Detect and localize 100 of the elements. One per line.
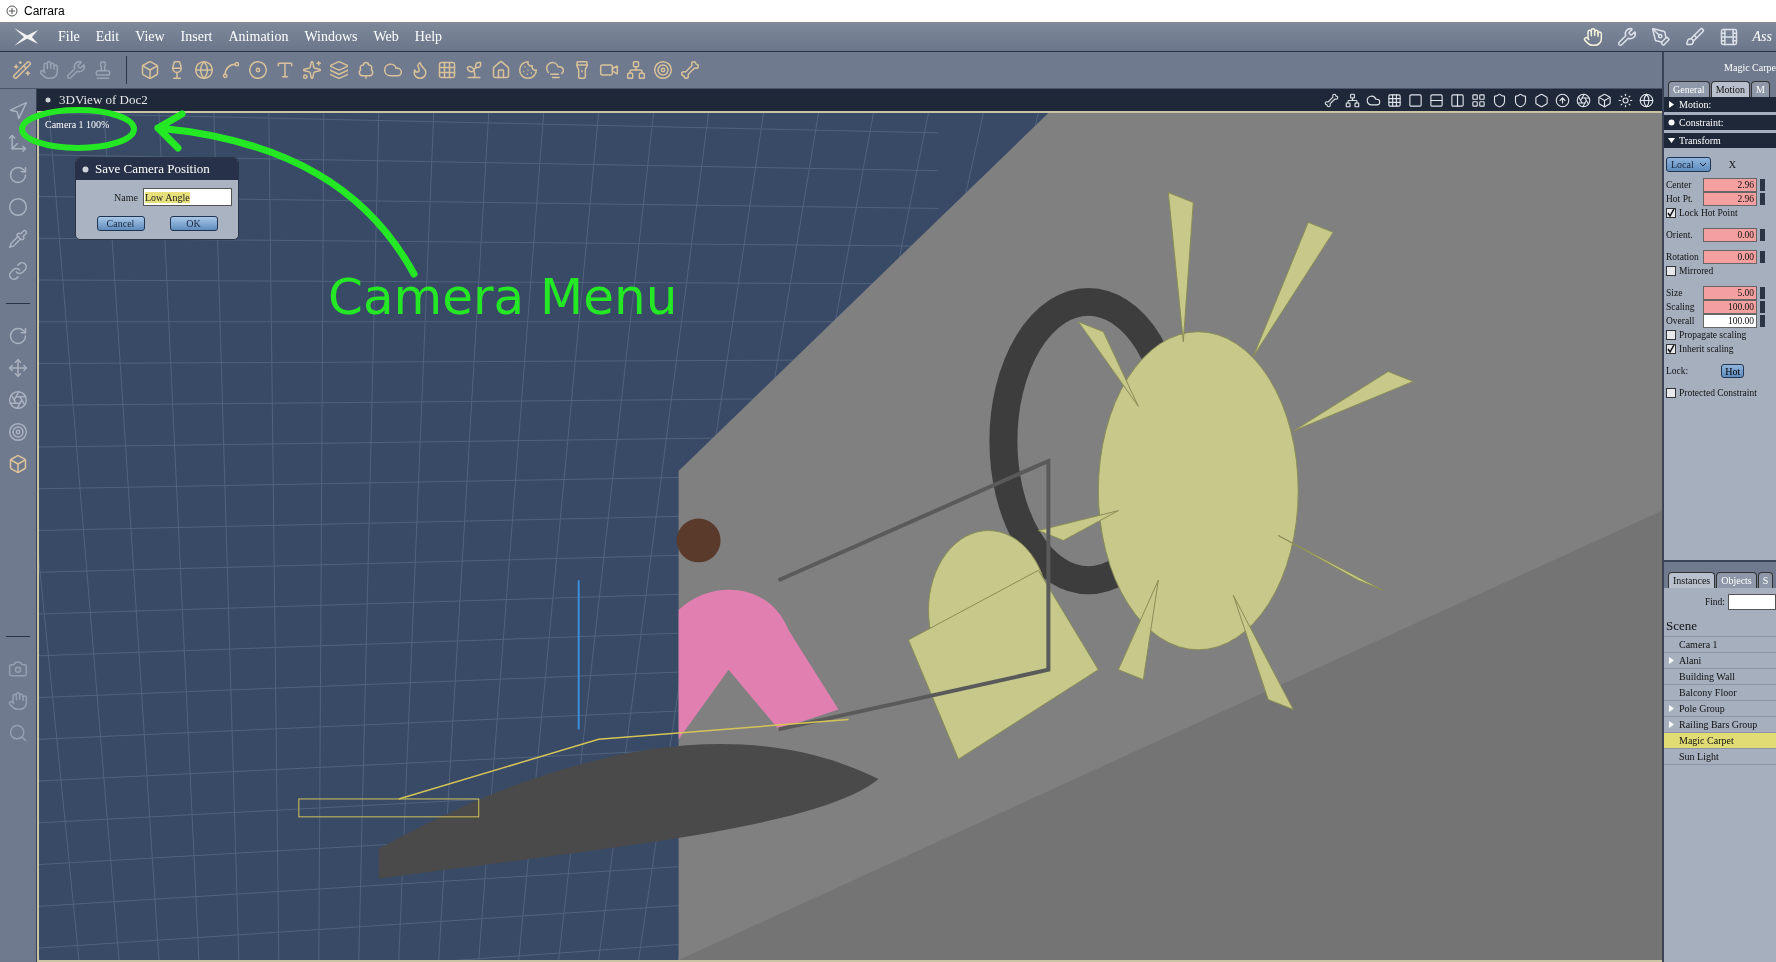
tree-icon[interactable] xyxy=(356,60,376,80)
rows-icon[interactable] xyxy=(1429,92,1444,108)
brush-icon[interactable] xyxy=(1684,27,1705,47)
panel-tab[interactable]: Instances xyxy=(1668,572,1716,588)
name-field[interactable]: Low Angle xyxy=(143,188,232,206)
checkbox[interactable] xyxy=(1666,208,1676,218)
checkbox-label: Mirrored xyxy=(1679,266,1714,276)
lock-label: Lock: xyxy=(1666,366,1689,376)
app-icon xyxy=(6,5,18,17)
plant-icon[interactable] xyxy=(464,60,484,80)
pen-icon[interactable] xyxy=(1650,27,1671,47)
hand-icon[interactable] xyxy=(1582,27,1603,47)
rotate-icon[interactable] xyxy=(8,326,28,346)
text-icon[interactable] xyxy=(275,60,295,80)
curve-icon[interactable] xyxy=(221,60,241,80)
field-label: Overall xyxy=(1666,316,1696,326)
pointer-icon[interactable] xyxy=(8,101,28,121)
checkbox-label: Lock Hot Point xyxy=(1679,208,1738,218)
column-header: X xyxy=(1728,159,1736,170)
number-field[interactable]: 0.00 xyxy=(1703,250,1757,264)
lock-button[interactable]: Hot xyxy=(1721,364,1745,378)
network-icon[interactable] xyxy=(1345,92,1360,108)
menu-item[interactable]: File xyxy=(50,29,88,45)
field-label: Rotation xyxy=(1666,252,1700,262)
cookie-icon[interactable] xyxy=(518,60,538,80)
fog-icon[interactable] xyxy=(545,60,565,80)
tree-item[interactable]: Magic Carpet xyxy=(1664,733,1776,749)
checkbox-label: Protected Constraint xyxy=(1679,388,1757,398)
shield-icon[interactable] xyxy=(1492,92,1507,108)
disc-icon[interactable] xyxy=(248,60,268,80)
number-field[interactable]: 0.00 xyxy=(1703,228,1757,242)
number-field[interactable]: 100.00 xyxy=(1703,314,1757,328)
pipette-icon[interactable] xyxy=(8,229,28,249)
find-field[interactable] xyxy=(1728,594,1776,610)
bone-icon[interactable] xyxy=(1324,92,1339,108)
link-icon[interactable] xyxy=(8,261,28,281)
dialog-button[interactable]: Cancel xyxy=(96,216,145,231)
menu-item[interactable]: Insert xyxy=(172,29,221,45)
number-field[interactable]: 2.96 xyxy=(1703,178,1757,192)
dialog-title: Save Camera Position xyxy=(95,161,210,177)
dialog-button[interactable]: OK xyxy=(169,216,218,231)
layout-grid-icon[interactable] xyxy=(1471,92,1486,108)
section-header[interactable]: Motion: xyxy=(1664,97,1776,112)
columns-icon[interactable] xyxy=(1450,92,1465,108)
move-icon[interactable] xyxy=(8,358,28,378)
collapsed-arrow-icon[interactable] xyxy=(1668,101,1675,108)
checkbox[interactable] xyxy=(1666,330,1676,340)
cube-icon[interactable] xyxy=(1597,92,1612,108)
search-icon[interactable] xyxy=(8,723,28,743)
house-icon[interactable] xyxy=(491,60,511,80)
number-field[interactable]: 5.00 xyxy=(1703,286,1757,300)
checkbox[interactable] xyxy=(1666,388,1676,398)
wrench-icon[interactable] xyxy=(66,60,86,80)
menu-item[interactable]: Help xyxy=(406,29,451,45)
camera-menu[interactable]: Camera 1 100% xyxy=(45,119,110,130)
move-icon[interactable] xyxy=(8,133,28,153)
arrow-up-circle-icon[interactable] xyxy=(1555,92,1570,108)
box-icon[interactable] xyxy=(8,454,28,474)
field-label: Orient. xyxy=(1666,230,1694,240)
section-header[interactable]: Transform xyxy=(1664,133,1776,148)
layers-icon[interactable] xyxy=(329,60,349,80)
hand-icon[interactable] xyxy=(39,60,59,80)
menu-item[interactable]: Windows xyxy=(296,29,366,45)
field-label: Center xyxy=(1666,180,1693,190)
rotate-icon[interactable] xyxy=(8,165,28,185)
menu-item[interactable]: Animation xyxy=(220,29,297,45)
panel-tab[interactable]: Motion xyxy=(1710,81,1751,97)
hexagon-icon[interactable] xyxy=(1534,92,1549,108)
number-field[interactable]: 100.00 xyxy=(1703,300,1757,314)
find-label: Find: xyxy=(1704,597,1725,607)
menu-item[interactable]: Edit xyxy=(87,29,128,45)
hand-icon[interactable] xyxy=(8,691,28,711)
cloud-icon[interactable] xyxy=(1366,92,1381,108)
menu-item[interactable]: View xyxy=(127,29,173,45)
space-dropdown[interactable]: Local xyxy=(1666,157,1711,172)
camera-icon[interactable] xyxy=(8,659,28,679)
shield-icon[interactable] xyxy=(1513,92,1528,108)
checkbox[interactable] xyxy=(1666,266,1676,276)
square-icon[interactable] xyxy=(1408,92,1423,108)
section-header[interactable]: Constraint: xyxy=(1664,115,1776,130)
field-label: Size xyxy=(1666,288,1684,298)
room-tab[interactable]: Ass xyxy=(1752,29,1772,45)
checkbox[interactable] xyxy=(1666,344,1676,354)
film-icon[interactable] xyxy=(1718,27,1739,47)
grid-icon[interactable] xyxy=(1387,92,1402,108)
menu-item[interactable]: Web xyxy=(365,29,407,45)
target-icon[interactable] xyxy=(8,422,28,442)
target-icon[interactable] xyxy=(653,60,673,80)
stamp-icon[interactable] xyxy=(93,60,113,80)
sun-icon[interactable] xyxy=(1618,92,1633,108)
bullet-icon xyxy=(82,165,89,173)
number-field[interactable]: 2.96 xyxy=(1703,192,1757,206)
bullet-icon xyxy=(1668,119,1675,126)
check-icon xyxy=(1667,209,1675,217)
wand-icon[interactable] xyxy=(12,60,32,80)
expanded-arrow-icon[interactable] xyxy=(1668,137,1675,144)
flame-icon[interactable] xyxy=(410,60,430,80)
object-name: Magic Carpe xyxy=(1664,52,1776,81)
annotation-text: Camera Menu xyxy=(328,268,678,326)
particles-icon[interactable] xyxy=(302,60,322,80)
